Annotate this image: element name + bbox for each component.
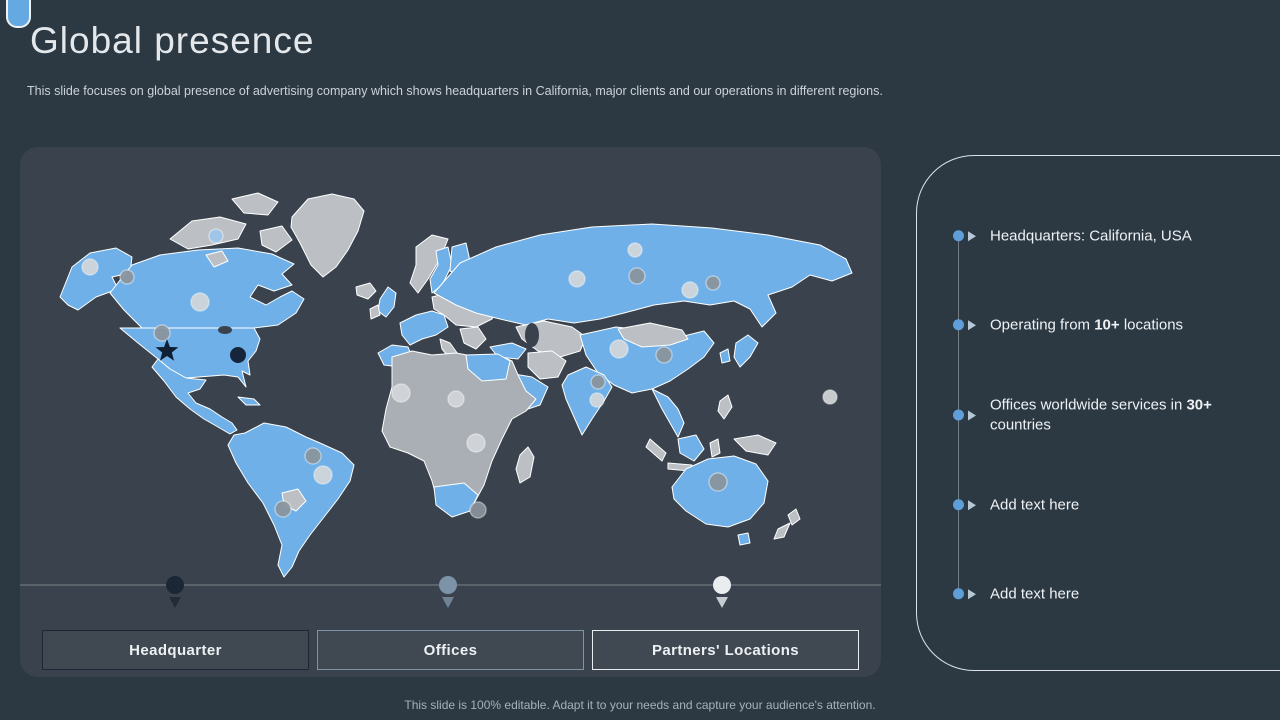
info-bullet-text[interactable]: Headquarters: California, USA [990,226,1222,246]
legend-button-partners-locations[interactable]: Partners' Locations [592,630,859,670]
country-uk [378,287,396,317]
info-bullet-text[interactable]: Operating from 10+ locations [990,315,1222,335]
map-marker-mid [275,501,291,517]
map-marker-mid [656,347,672,363]
info-bullet-text[interactable]: Offices worldwide services in 30+ countr… [990,396,1222,435]
island-madagascar [516,447,534,483]
bullet-arrow-icon [968,231,976,241]
bullet-arrow-icon [968,589,976,599]
legend-pin-arrow-icon [169,597,181,608]
bullet-arrow-icon [968,500,976,510]
map-marker-light [448,391,464,407]
map-marker-light [610,340,628,358]
legend-button-headquarter[interactable]: Headquarter [42,630,309,670]
island-tasmania [738,533,750,545]
map-marker-light [628,243,642,257]
map-marker-mid [154,325,170,341]
legend-pin-icon [713,576,731,594]
client-dot-icon [230,347,246,363]
info-bullet-text[interactable]: Add text here [990,584,1222,604]
map-marker-light [569,271,585,287]
map-marker-light [392,384,410,402]
map-marker-light [191,293,209,311]
slide: Global presence This slide focuses on gl… [0,0,1280,720]
island-iceland [356,283,376,299]
bullet-dot-icon [953,231,964,242]
map-marker-light [314,466,332,484]
map-marker-mid [629,268,645,284]
map-marker-mid [706,276,720,290]
map-marker-mid [120,270,134,284]
country-canada [110,248,304,328]
bullet-dot-icon [953,589,964,600]
island-greenland [291,194,364,277]
legend-pin-icon [439,576,457,594]
bullet-arrow-icon [968,320,976,330]
caspian-sea [525,323,539,347]
country-philippines [718,395,732,419]
region-indochina [652,389,684,437]
legend-pin-arrow-icon [716,597,728,608]
country-japan [734,335,758,367]
world-map [20,147,881,677]
legend-pin-icon [166,576,184,594]
map-marker-light [682,282,698,298]
map-marker-light [467,434,485,452]
island-new-guinea [734,435,776,455]
map-legend: Headquarter Offices Partners' Locations [42,630,859,670]
region-balkans [460,327,486,349]
map-marker-mid [470,502,486,518]
world-map-panel: Headquarter Offices Partners' Locations [20,147,881,677]
info-bullet: Operating from 10+ locations [953,315,1222,335]
page-title: Global presence [30,20,314,62]
legend-pin-arrow-icon [442,597,454,608]
bullet-dot-icon [953,500,964,511]
info-bullet: Add text here [953,584,1222,604]
island-borneo [678,435,704,461]
corner-tab-decoration [6,0,31,28]
arctic-islands [170,217,246,249]
bullet-arrow-icon [968,410,976,420]
map-marker-mid [709,473,727,491]
map-marker-mid [305,448,321,464]
great-lakes [218,326,232,334]
country-ireland [370,305,380,319]
map-marker-light [82,259,98,275]
info-bullet: Add text here [953,495,1222,515]
bullet-dot-icon [953,410,964,421]
island-cuba [238,397,260,405]
country-new-zealand [774,523,790,539]
map-marker-mid [591,375,605,389]
slide-subtitle: This slide focuses on global presence of… [27,84,887,98]
legend-pins [166,576,731,608]
info-bullet-text[interactable]: Add text here [990,495,1222,515]
island-sulawesi [710,439,720,457]
arctic-islands [260,226,292,252]
island-sumatra [646,439,666,461]
legend-button-offices[interactable]: Offices [317,630,584,670]
country-korea [720,349,730,363]
footer-note: This slide is 100% editable. Adapt it to… [0,698,1280,712]
bullet-dot-icon [953,320,964,331]
map-marker-blue [209,229,223,243]
map-marker-light [590,393,604,407]
info-bullet: Offices worldwide services in 30+ countr… [953,396,1222,435]
arctic-islands [232,193,278,215]
info-bullet: Headquarters: California, USA [953,226,1222,246]
map-marker-light [823,390,837,404]
info-panel: Headquarters: California, USA Operating f… [916,155,1280,671]
